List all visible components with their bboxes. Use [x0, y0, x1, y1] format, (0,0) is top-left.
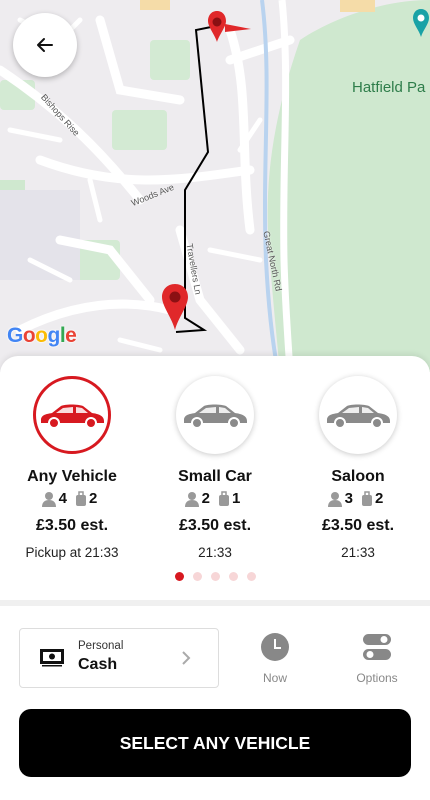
pager-dot[interactable]	[246, 572, 256, 581]
luggage-count: 2	[375, 490, 384, 507]
car-icon	[184, 404, 247, 428]
arrow-left-icon	[37, 38, 53, 52]
vehicle-option-saloon[interactable]: Saloon 3 2 £3.50 est. 21:33	[286, 376, 430, 560]
vehicle-option-any-vehicle[interactable]: Any Vehicle 4 2 £3.50 est. Pickup at 21:…	[0, 376, 144, 560]
vehicle-price: £3.50 est.	[321, 517, 395, 534]
options-button[interactable]: Options	[337, 632, 417, 685]
vehicle-name: Any Vehicle	[27, 468, 117, 485]
vehicle-selection-panel: Any Vehicle 4 2 £3.50 est. Pickup at 21:…	[0, 356, 430, 800]
vehicle-capacity: 2 1	[143, 490, 287, 507]
payment-subtitle: Personal	[78, 640, 124, 652]
luggage-icon	[362, 490, 372, 506]
pickup-time-label: Now	[262, 671, 287, 685]
cash-icon	[40, 649, 64, 667]
car-icon	[41, 404, 104, 428]
clock-icon	[261, 633, 289, 661]
divider	[0, 600, 430, 606]
vehicle-price: £3.50 est.	[35, 517, 109, 534]
luggage-icon	[76, 490, 86, 506]
payment-method-selector[interactable]: Personal Cash	[19, 628, 219, 688]
passenger-count: 2	[201, 490, 210, 507]
pickup-pin-icon	[162, 284, 188, 330]
toggles-icon	[363, 634, 391, 660]
options-label: Options	[356, 671, 398, 685]
google-logo: Google	[7, 324, 77, 347]
vehicle-capacity: 3 2	[286, 490, 430, 507]
passenger-count: 4	[58, 490, 67, 507]
vehicle-pickup-time: 21:33	[341, 545, 375, 560]
back-button[interactable]	[13, 13, 77, 77]
place-marker-icon	[413, 9, 429, 37]
pager-dot[interactable]	[228, 572, 238, 581]
payment-method: Cash	[78, 656, 118, 673]
luggage-count: 2	[89, 490, 98, 507]
pager-dot[interactable]	[192, 572, 202, 581]
vehicle-price: £3.50 est.	[178, 517, 252, 534]
vehicle-option-small-car[interactable]: Small Car 2 1 £3.50 est. 21:33	[143, 376, 287, 560]
park-label: Hatfield Pa	[352, 79, 426, 96]
chevron-right-icon	[182, 651, 191, 665]
vehicle-capacity: 4 2	[0, 490, 144, 507]
passenger-icon	[41, 491, 56, 507]
vehicle-pickup-time: Pickup at 21:33	[25, 545, 119, 560]
passenger-count: 3	[344, 490, 353, 507]
vehicle-pickup-time: 21:33	[198, 545, 232, 560]
passenger-icon	[184, 491, 199, 507]
vehicle-name: Small Car	[178, 468, 252, 485]
carousel-pager	[0, 572, 430, 581]
luggage-icon	[219, 490, 229, 506]
vehicle-icon-container	[33, 376, 111, 454]
car-icon	[327, 404, 390, 428]
passenger-icon	[327, 491, 342, 507]
pager-dot[interactable]	[210, 572, 220, 581]
vehicle-icon-container	[176, 376, 254, 454]
luggage-count: 1	[232, 490, 241, 507]
pickup-time-button[interactable]: Now	[235, 632, 315, 685]
pager-dot[interactable]	[174, 572, 184, 581]
vehicle-name: Saloon	[331, 468, 385, 485]
vehicle-carousel[interactable]: Any Vehicle 4 2 £3.50 est. Pickup at 21:…	[0, 356, 430, 596]
select-vehicle-button[interactable]: SELECT ANY VEHICLE	[19, 709, 411, 777]
vehicle-icon-container	[319, 376, 397, 454]
destination-pin-icon	[208, 11, 251, 42]
